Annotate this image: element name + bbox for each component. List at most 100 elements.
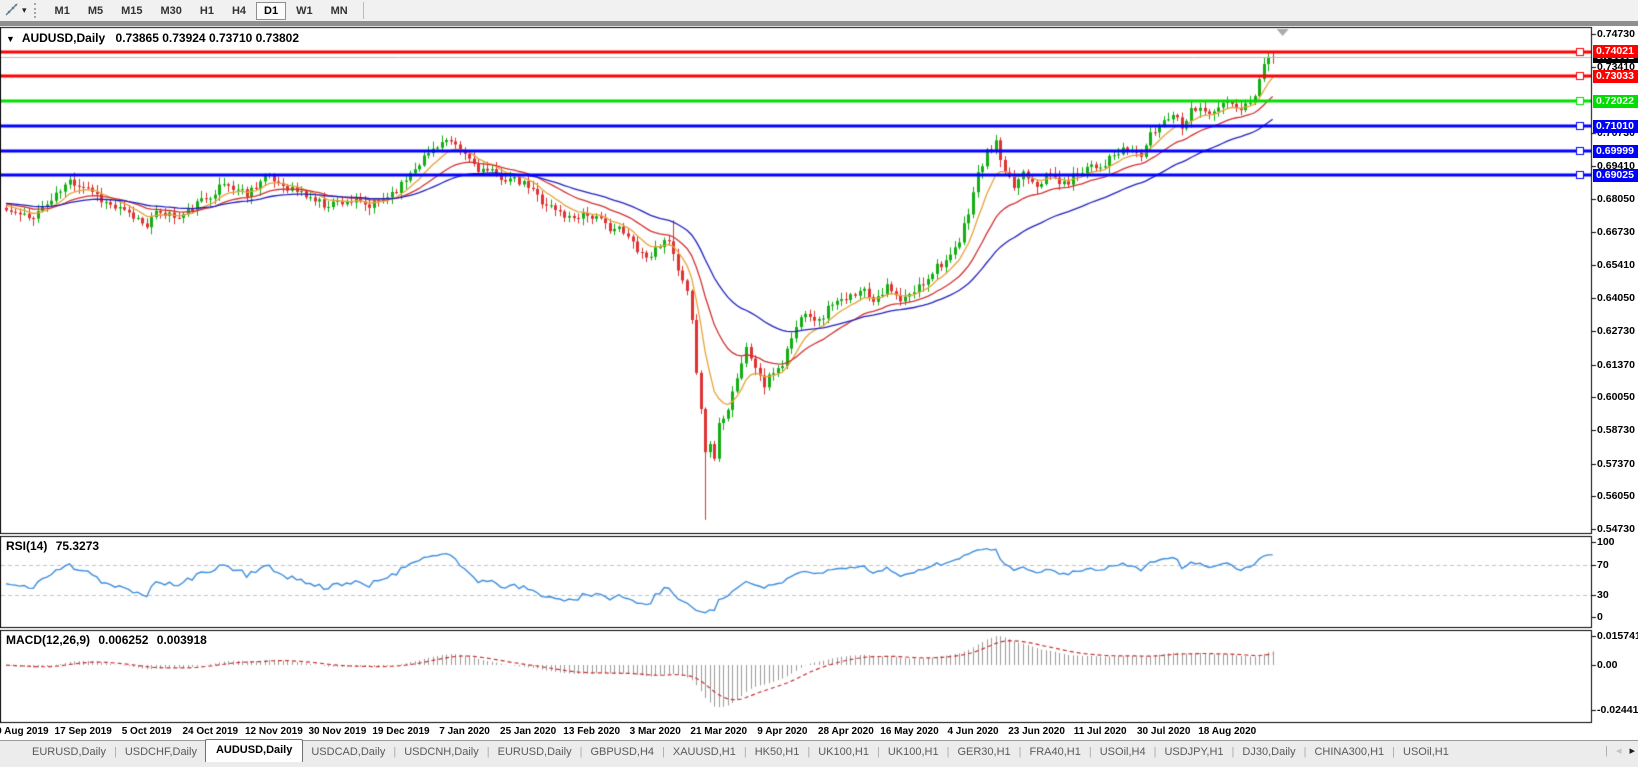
- price-tick-label: 0.62730: [1597, 325, 1635, 337]
- rsi-tick-label: 30: [1597, 589, 1609, 601]
- price-tick-label: 0.58730: [1597, 424, 1635, 436]
- timeframe-button-h4[interactable]: H4: [224, 2, 254, 20]
- timeframe-button-m30[interactable]: M30: [153, 2, 190, 20]
- price-line-label: 0.69025: [1593, 169, 1638, 182]
- chart-tab-dj30-daily[interactable]: DJ30,Daily: [1234, 743, 1303, 761]
- date-label: 7 Jan 2020: [439, 726, 490, 737]
- chart-tab-fra40-h1[interactable]: FRA40,H1: [1022, 743, 1089, 761]
- timeframe-button-d1[interactable]: D1: [256, 2, 286, 20]
- date-label: 12 Nov 2019: [245, 726, 303, 737]
- date-label: 11 Jul 2020: [1074, 726, 1127, 737]
- chart-title: ▼ AUDUSD,Daily 0.73865 0.73924 0.73710 0…: [6, 31, 299, 45]
- chart-tab-xauusd-h1[interactable]: XAUUSD,H1: [665, 743, 744, 761]
- timeframe-button-h1[interactable]: H1: [192, 2, 222, 20]
- mt4-window: { "toolbar": { "cursor_tool_icon": "cros…: [0, 0, 1638, 766]
- chart-tab-eurusd-daily[interactable]: EURUSD,Daily: [24, 743, 114, 761]
- chevron-down-icon: ▾: [22, 5, 27, 16]
- rsi-tick-label: 100: [1597, 536, 1615, 548]
- macd-tick-label: -0.024412: [1597, 704, 1638, 716]
- symbol-period-label: AUDUSD,Daily: [22, 31, 105, 45]
- date-label: 28 Apr 2020: [818, 726, 874, 737]
- chart-tab-usdcnh-daily[interactable]: USDCNH,Daily: [396, 743, 487, 761]
- chart-canvas[interactable]: [0, 0, 1638, 766]
- tab-scroll-right-icon[interactable]: ▸: [1629, 744, 1635, 757]
- ohlc-values: 0.73865 0.73924 0.73710 0.73802: [116, 31, 300, 45]
- date-label: 23 Jun 2020: [1008, 726, 1065, 737]
- tab-scroll-left-icon[interactable]: ◂: [1616, 744, 1622, 757]
- rsi-tick-label: 0: [1597, 611, 1603, 623]
- price-tick-label: 0.65410: [1597, 259, 1635, 271]
- time-axis: 29 Aug 2019 17 Sep 2019 5 Oct 2019 24 Oct 2…: [0, 722, 1592, 740]
- date-label: 19 Dec 2019: [372, 726, 429, 737]
- timeframe-buttons: M1M5M15M30H1H4D1W1MN: [46, 2, 357, 20]
- macd-signal-value: 0.003918: [157, 633, 207, 647]
- toolbar-shadow-strip: [0, 21, 1638, 26]
- price-tick-label: 0.57370: [1597, 458, 1635, 470]
- date-label: 29 Aug 2019: [0, 726, 49, 737]
- date-label: 3 Mar 2020: [630, 726, 681, 737]
- timeframe-button-m5[interactable]: M5: [80, 2, 111, 20]
- macd-name: MACD(12,26,9): [6, 633, 90, 647]
- crosshair-line-tool-icon: [4, 3, 19, 18]
- chart-tab-usdcad-daily[interactable]: USDCAD,Daily: [303, 743, 393, 761]
- chart-tab-hk50-h1[interactable]: HK50,H1: [747, 743, 808, 761]
- timeframe-toolbar: ▾ M1M5M15M30H1H4D1W1MN: [0, 0, 1638, 21]
- rsi-tick-label: 70: [1597, 559, 1609, 571]
- chart-tab-gbpusd-h4[interactable]: GBPUSD,H4: [582, 743, 662, 761]
- price-tick-label: 0.56050: [1597, 490, 1635, 502]
- price-tick-label: 0.74730: [1597, 28, 1635, 40]
- timeframe-button-w1[interactable]: W1: [288, 2, 321, 20]
- date-label: 30 Jul 2020: [1137, 726, 1190, 737]
- price-tick-label: 0.68050: [1597, 193, 1635, 205]
- chart-tab-usoil-h4[interactable]: USOil,H4: [1092, 743, 1154, 761]
- price-line-label: 0.72022: [1593, 95, 1638, 108]
- chart-tab-uk100-h1[interactable]: UK100,H1: [810, 743, 877, 761]
- price-tick-label: 0.54730: [1597, 523, 1635, 535]
- timeframe-button-mn[interactable]: MN: [323, 2, 356, 20]
- collapse-arrow-icon[interactable]: ▼: [6, 34, 15, 44]
- price-line-label: 0.69999: [1593, 145, 1638, 158]
- date-label: 17 Sep 2019: [55, 726, 112, 737]
- date-label: 13 Feb 2020: [563, 726, 620, 737]
- chart-tab-eurusd-daily[interactable]: EURUSD,Daily: [490, 743, 580, 761]
- chart-tab-ger30-h1[interactable]: GER30,H1: [949, 743, 1018, 761]
- toolbar-separator: [363, 2, 364, 19]
- date-label: 16 May 2020: [880, 726, 938, 737]
- price-line-label: 0.73033: [1593, 70, 1638, 83]
- chart-tab-audusd-daily[interactable]: AUDUSD,Daily: [205, 739, 303, 762]
- chart-tab-bar: EURUSD,Daily|USDCHF,DailyAUDUSD,DailyUSD…: [0, 740, 1638, 767]
- price-line-label: 0.74021: [1593, 45, 1638, 58]
- date-label: 4 Jun 2020: [947, 726, 998, 737]
- date-label: 30 Nov 2019: [308, 726, 366, 737]
- price-tick-label: 0.66730: [1597, 226, 1635, 238]
- date-label: 25 Jan 2020: [500, 726, 556, 737]
- timeframe-button-m1[interactable]: M1: [47, 2, 78, 20]
- chart-tab-china300-h1[interactable]: CHINA300,H1: [1306, 743, 1392, 761]
- price-tick-label: 0.61370: [1597, 359, 1635, 371]
- tab-separator: |: [1605, 745, 1608, 757]
- price-tick-label: 0.64050: [1597, 292, 1635, 304]
- macd-tick-label: 0.00: [1597, 659, 1617, 671]
- date-label: 24 Oct 2019: [182, 726, 238, 737]
- macd-tick-label: 0.015741: [1597, 630, 1638, 642]
- chart-tab-usdchf-daily[interactable]: USDCHF,Daily: [117, 743, 205, 761]
- toolbar-grip[interactable]: [34, 3, 39, 18]
- date-label: 5 Oct 2019: [122, 726, 172, 737]
- date-label: 21 Mar 2020: [690, 726, 747, 737]
- rsi-indicator-label: RSI(14) 75.3273: [6, 539, 99, 553]
- price-line-label: 0.71010: [1593, 120, 1638, 133]
- price-tick-label: 0.60050: [1597, 391, 1635, 403]
- chart-tab-usdjpy-h1[interactable]: USDJPY,H1: [1156, 743, 1231, 761]
- date-label: 18 Aug 2020: [1198, 726, 1256, 737]
- date-label: 9 Apr 2020: [757, 726, 807, 737]
- rsi-name: RSI(14): [6, 539, 47, 553]
- chart-tab-uk100-h1[interactable]: UK100,H1: [880, 743, 947, 761]
- timeframe-button-m15[interactable]: M15: [113, 2, 150, 20]
- macd-main-value: 0.006252: [98, 633, 148, 647]
- chart-tab-usoil-h1[interactable]: USOil,H1: [1395, 743, 1457, 761]
- macd-indicator-label: MACD(12,26,9) 0.006252 0.003918: [6, 633, 207, 647]
- crosshair-tool-button[interactable]: ▾: [0, 1, 31, 20]
- rsi-value: 75.3273: [56, 539, 99, 553]
- tab-scroll-controls: | ◂ ▸: [1605, 744, 1635, 757]
- chart-tabs: EURUSD,Daily|USDCHF,DailyAUDUSD,DailyUSD…: [0, 741, 1638, 763]
